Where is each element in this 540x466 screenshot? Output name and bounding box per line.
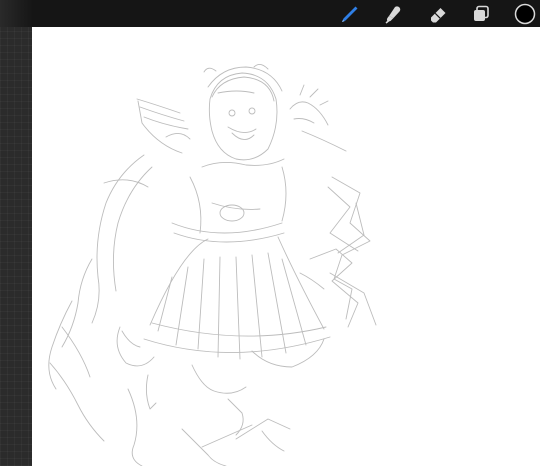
top-left-corner: [0, 0, 32, 27]
smudge-icon: [385, 6, 401, 24]
brush-icon: [342, 6, 358, 22]
layers-icon: [474, 5, 489, 21]
top-toolbar: [0, 0, 540, 27]
pencil-sketch: [48, 64, 377, 466]
color-swatch-icon: [514, 3, 536, 25]
brush-tool-button[interactable]: [339, 3, 361, 25]
eraser-icon: [431, 8, 446, 23]
smudge-tool-button[interactable]: [383, 3, 405, 25]
left-sidebar-background: [0, 27, 32, 466]
eraser-tool-button[interactable]: [427, 3, 449, 25]
color-picker-button[interactable]: [514, 3, 536, 25]
layers-button[interactable]: [470, 3, 492, 25]
drawing-canvas[interactable]: [32, 27, 540, 466]
